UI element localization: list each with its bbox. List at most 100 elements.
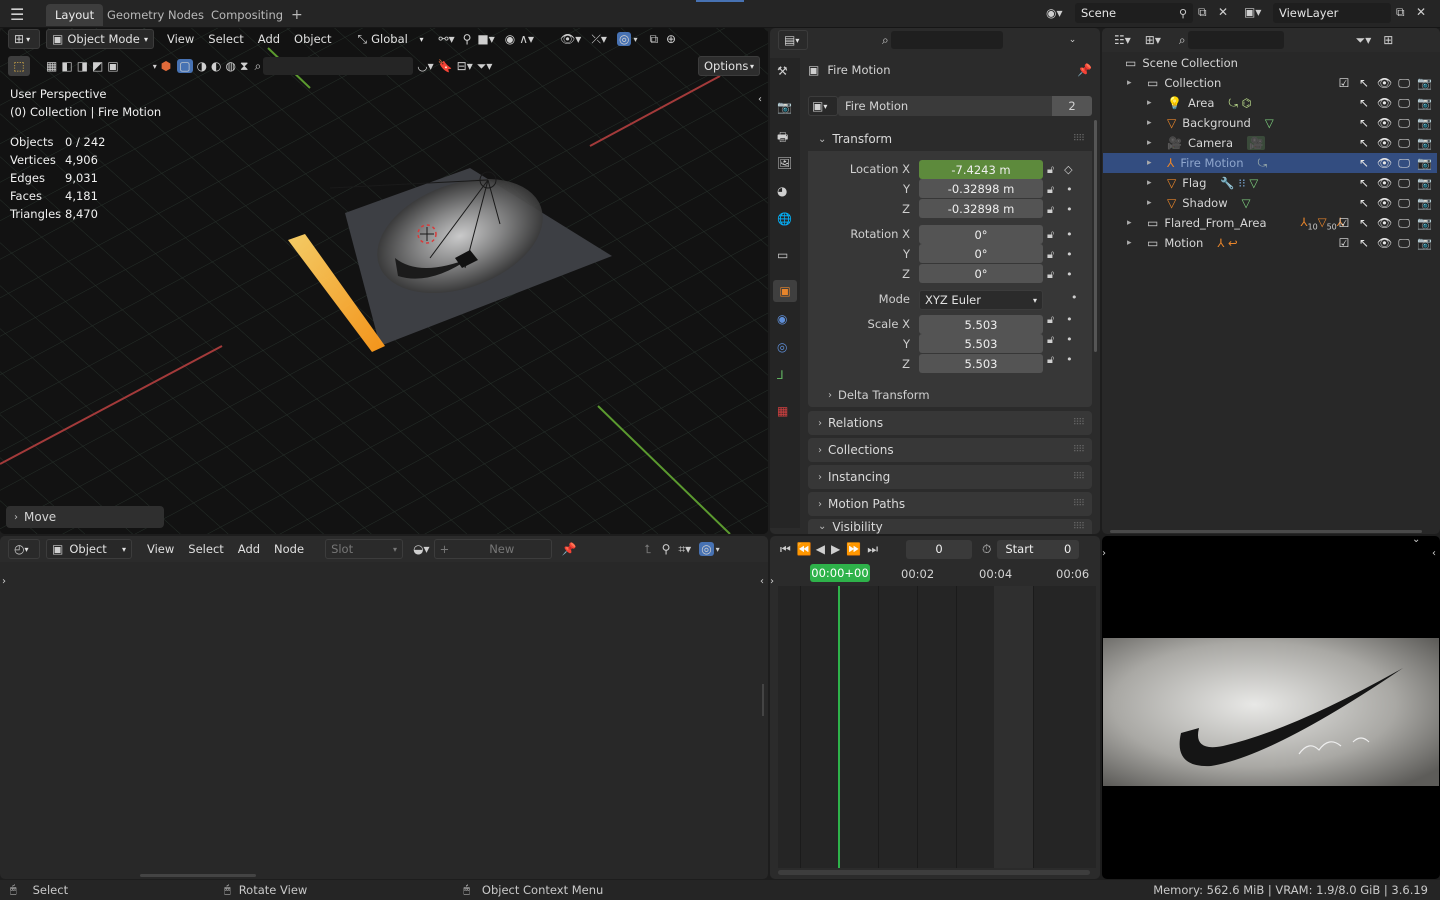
transform-orientation-dropdown[interactable]: ⤡ Global ▾ xyxy=(353,29,429,49)
bookmark-icon[interactable]: 🔖 xyxy=(438,59,453,73)
region-divider[interactable] xyxy=(762,684,764,716)
material-shading-icon[interactable]: ◑ xyxy=(197,59,207,73)
play-reverse-icon[interactable]: ◀ xyxy=(816,542,825,556)
render-shading-icon[interactable]: ◐ xyxy=(211,59,221,73)
monitor-icon[interactable]: 🖵 xyxy=(1397,196,1411,211)
outliner-scene-collection[interactable]: ▭ Scene Collection xyxy=(1103,53,1437,73)
drag-handle-icon[interactable]: ⠿⠿ xyxy=(1073,445,1085,455)
sidebar-toggle-icon[interactable]: ‹ xyxy=(1432,548,1436,559)
delta-transform-subpanel[interactable]: › Delta Transform xyxy=(824,385,1084,405)
select-mode-extend-icon[interactable]: ◧ xyxy=(61,59,72,73)
scale-x-field[interactable]: 5.503 xyxy=(919,315,1043,334)
shading-color-icon[interactable]: ⬢ xyxy=(161,59,171,73)
rotation-y-field[interactable]: 0° xyxy=(919,244,1043,263)
output-tab-icon[interactable]: 🖶 xyxy=(777,128,788,149)
viewlayer-name-field[interactable]: ViewLayer xyxy=(1273,3,1391,23)
drag-handle-icon[interactable]: ⠿⠿ xyxy=(1073,522,1085,532)
xray-icon[interactable]: ⧉ xyxy=(649,32,658,47)
sidebar-toggle-icon[interactable]: ‹ xyxy=(760,576,764,587)
lock-icon[interactable]: 🔓︎ xyxy=(1047,330,1054,350)
keyframe-dot-icon[interactable]: • xyxy=(1066,245,1073,265)
keyframe-diamond-icon[interactable]: ◇ xyxy=(1064,160,1072,180)
selectable-icon[interactable]: ↖ xyxy=(1357,196,1371,211)
expand-arrow-icon[interactable]: ▸ xyxy=(1127,238,1141,248)
selectable-icon[interactable]: ↖ xyxy=(1357,96,1371,111)
drag-handle-icon[interactable]: ⠿⠿ xyxy=(1073,134,1085,144)
snap-icon[interactable]: ⚲ xyxy=(463,32,472,46)
scene-name-field[interactable]: Scene ⚲ xyxy=(1075,3,1193,23)
shader-editor-type[interactable]: ◴ ▾ xyxy=(8,539,40,559)
modifier-tab-icon[interactable]: ◉ xyxy=(777,312,787,326)
shader-editor[interactable]: ◴ ▾ ▣ Object ▾ View Select Add Node Slot ▾ ◒… xyxy=(0,536,768,879)
motion-paths-panel-header[interactable]: › Motion Paths ⠿⠿ xyxy=(808,492,1092,516)
hamburger-menu-icon[interactable]: ☰ xyxy=(10,5,24,24)
selectable-icon[interactable]: ↖ xyxy=(1357,116,1371,131)
camera-render-icon[interactable]: 📷 xyxy=(1417,136,1432,151)
camera-render-icon[interactable]: 📷 xyxy=(1417,76,1432,91)
rotation-mode-dropdown[interactable]: XYZ Euler ▾ xyxy=(919,290,1043,310)
menu-node[interactable]: Node xyxy=(267,542,311,556)
new-material-button[interactable]: + New xyxy=(433,539,552,559)
scene-tab-icon[interactable]: ◕ xyxy=(777,184,787,198)
overlays-dropdown-icon[interactable]: ▾ xyxy=(633,35,637,44)
datablock-browse[interactable]: ▣ ▾ xyxy=(808,96,838,116)
eye-icon[interactable]: 👁 xyxy=(1377,176,1392,191)
eye-icon[interactable]: 👁 xyxy=(1377,236,1392,251)
lock-icon[interactable]: 🔓︎ xyxy=(1047,310,1054,330)
visibility-panel-header[interactable]: ⌄ Visibility ⠿⠿ xyxy=(808,519,1092,534)
timeline-channels-toggle-icon[interactable]: ‹› xyxy=(770,576,774,587)
view-layer-tab-icon[interactable]: 🖼 xyxy=(777,156,792,170)
display-mode-icon[interactable]: ⊞▾ xyxy=(1145,33,1161,47)
transform-panel-header[interactable]: ⌄ Transform ⠿⠿ xyxy=(808,127,1092,151)
select-tool-icon[interactable]: ⬚ xyxy=(8,56,30,76)
expand-arrow-icon[interactable]: ▸ xyxy=(1147,98,1161,108)
rotation-z-field[interactable]: 0° xyxy=(919,264,1043,283)
outliner-row-fire-motion[interactable]: ▸ ⅄ Fire Motion ⤿ ↖ 👁 🖵 📷 xyxy=(1103,153,1437,173)
select-mode-intersect-icon[interactable]: ▣ xyxy=(107,59,118,73)
current-frame-field[interactable]: 0 xyxy=(906,539,972,559)
pivot-icon[interactable]: ⚯▾ xyxy=(439,32,455,46)
menu-select[interactable]: Select xyxy=(201,32,250,46)
selectable-icon[interactable]: ↖ xyxy=(1357,136,1371,151)
keyframe-dot-icon[interactable]: • xyxy=(1066,200,1073,220)
camera-render-icon[interactable]: 📷 xyxy=(1417,96,1432,111)
outliner-search-input[interactable] xyxy=(1187,31,1284,49)
wireframe-shading-icon[interactable]: ⊕ xyxy=(666,32,676,46)
lock-icon[interactable]: 🔓︎ xyxy=(1047,180,1054,200)
start-frame-field[interactable]: Start 0 xyxy=(997,539,1080,559)
scale-y-field[interactable]: 5.503 xyxy=(919,334,1043,353)
expand-arrow-icon[interactable]: ▸ xyxy=(1147,198,1161,208)
solid-shading-icon[interactable]: ▢ xyxy=(177,59,193,73)
user-count[interactable]: 2 xyxy=(1052,96,1092,116)
relations-panel-header[interactable]: › Relations ⠿⠿ xyxy=(808,411,1092,435)
menu-view[interactable]: View xyxy=(140,542,181,556)
visibility-icon[interactable]: 👁▾ xyxy=(560,32,581,46)
tab-layout[interactable]: Layout xyxy=(46,4,104,26)
expand-arrow-icon[interactable]: ▸ xyxy=(1147,118,1161,128)
eye-icon[interactable]: 👁 xyxy=(1377,76,1392,91)
chevron-down-icon[interactable]: ⌄ xyxy=(1069,35,1077,45)
expand-arrow-icon[interactable]: ▸ xyxy=(1147,138,1161,148)
cycles-icon[interactable]: ⧗ xyxy=(240,59,248,74)
selectable-icon[interactable]: ↖ xyxy=(1357,176,1371,191)
checkbox-icon[interactable]: ☑ xyxy=(1337,216,1351,231)
timeline[interactable]: ⏮ ⏪ ◀ ▶ ⏩ ⏭ 0 ⏱ Start 0 00:00+00 00:02 00… xyxy=(770,536,1100,879)
expand-arrow-icon[interactable]: ▸ xyxy=(1127,78,1141,88)
new-collection-icon[interactable]: ⊞ xyxy=(1383,33,1393,47)
camera-render-icon[interactable]: 📷 xyxy=(1417,196,1432,211)
drag-handle-icon[interactable]: ⠿⠿ xyxy=(1073,472,1085,482)
select-mode-invert-icon[interactable]: ◩ xyxy=(92,59,103,73)
keyframe-dot-icon[interactable]: • xyxy=(1066,330,1073,350)
pin-icon[interactable]: 📌 xyxy=(562,542,577,556)
outliner-row-background[interactable]: ▸ ▽ Background ▽ ↖ 👁 🖵 📷 xyxy=(1103,113,1437,133)
snap-icon[interactable]: ⚲ xyxy=(662,542,671,556)
timeline-scrollbar[interactable] xyxy=(778,870,1090,875)
eevee-icon[interactable]: ◍ xyxy=(226,59,236,73)
timeline-ruler[interactable]: 00:00+00 00:02 00:04 00:06 xyxy=(770,562,1100,586)
eye-icon[interactable]: 👁 xyxy=(1377,216,1392,231)
properties-editor-type[interactable]: ▤ ▾ xyxy=(778,30,808,50)
keyframe-dot-icon[interactable]: • xyxy=(1066,310,1073,330)
outliner-scrollbar[interactable] xyxy=(1110,530,1422,533)
eye-icon[interactable]: 👁 xyxy=(1377,196,1392,211)
tab-geometry-nodes[interactable]: Geometry Nodes xyxy=(98,4,213,26)
